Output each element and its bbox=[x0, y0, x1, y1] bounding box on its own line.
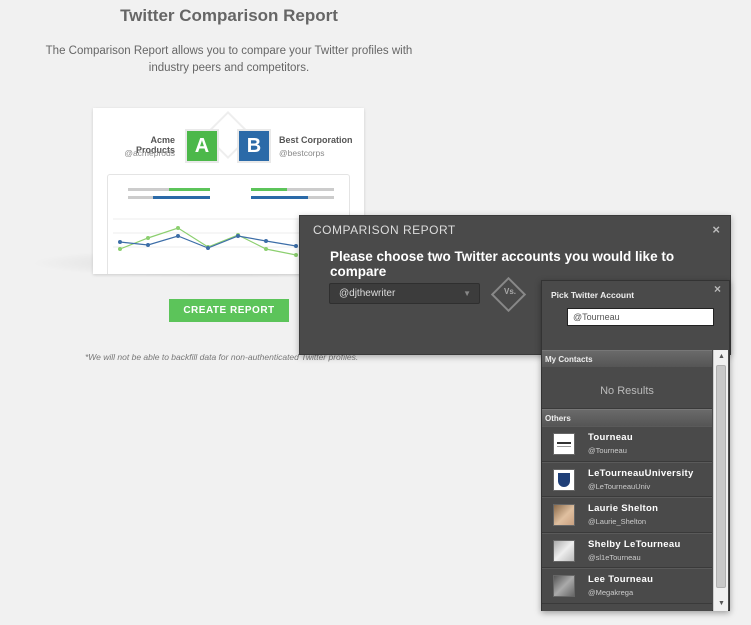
contact-row[interactable]: Lee Tourneau @Megakrega bbox=[542, 568, 712, 604]
create-report-button[interactable]: CREATE REPORT bbox=[169, 299, 289, 322]
modal-close-icon[interactable]: × bbox=[712, 222, 720, 237]
user-photo-avatar bbox=[553, 575, 575, 597]
account-b-handle: @bestcorps bbox=[279, 148, 325, 158]
no-results-message: No Results bbox=[542, 367, 712, 409]
account-b-name: Best Corporation bbox=[279, 135, 353, 145]
contact-row[interactable]: Tourneau @Tourneau bbox=[542, 426, 712, 462]
contact-handle: @sl1eTourneau bbox=[588, 552, 641, 562]
twitter-account-search-input[interactable] bbox=[567, 308, 714, 326]
contact-name: Lee Tourneau bbox=[588, 574, 654, 585]
account-b-badge: B bbox=[237, 129, 271, 163]
scroll-up-arrow-icon[interactable]: ▲ bbox=[714, 350, 729, 364]
contact-handle: @LeTourneauUniv bbox=[588, 481, 651, 491]
first-account-value: @djthewriter bbox=[339, 288, 396, 299]
contact-name: LeTourneauUniversity bbox=[588, 467, 694, 479]
contact-row[interactable]: LeTourneauUniversity @LeTourneauUniv bbox=[542, 461, 712, 497]
my-contacts-header: My Contacts bbox=[542, 350, 712, 367]
contact-name: Laurie Shelton bbox=[588, 503, 659, 514]
vs-label: Vs. bbox=[503, 287, 516, 296]
first-account-select[interactable]: @djthewriter ▼ bbox=[329, 283, 480, 304]
modal-prompt: Please choose two Twitter accounts you w… bbox=[330, 249, 675, 279]
contact-handle: @Tourneau bbox=[588, 446, 627, 455]
tourneau-logo-avatar bbox=[553, 433, 575, 455]
contact-row[interactable]: Laurie Shelton @Laurie_Shelton bbox=[542, 497, 712, 533]
shield-avatar bbox=[553, 468, 575, 491]
contact-name: Tourneau bbox=[588, 432, 633, 443]
account-a-badge: A bbox=[185, 129, 219, 163]
picker-title: Pick Twitter Account bbox=[551, 290, 635, 300]
chevron-down-icon: ▼ bbox=[463, 289, 471, 298]
picker-close-icon[interactable]: × bbox=[714, 282, 721, 296]
user-photo-avatar bbox=[553, 539, 575, 562]
others-header: Others bbox=[542, 409, 712, 426]
scroll-down-arrow-icon[interactable]: ▼ bbox=[714, 597, 729, 611]
account-a-handle: @acmeprods bbox=[124, 148, 175, 158]
page-title: Twitter Comparison Report bbox=[120, 6, 338, 25]
contact-name: Shelby LeTourneau bbox=[588, 538, 681, 550]
user-photo-avatar bbox=[553, 504, 575, 526]
page-description: The Comparison Report allows you to comp… bbox=[45, 45, 413, 74]
contact-row[interactable]: Shelby LeTourneau @sl1eTourneau bbox=[542, 532, 712, 568]
contact-handle: @Laurie_Shelton bbox=[588, 517, 647, 526]
account-results-list: My Contacts No Results Others Tourneau @… bbox=[542, 350, 712, 611]
scrollbar-thumb[interactable] bbox=[716, 365, 726, 588]
modal-header: COMPARISON REPORT bbox=[313, 223, 456, 237]
results-scrollbar[interactable]: ▲ ▼ bbox=[713, 350, 728, 611]
account-picker-popup: Pick Twitter Account × My Contacts No Re… bbox=[541, 280, 730, 611]
contact-handle: @Megakrega bbox=[588, 588, 634, 597]
